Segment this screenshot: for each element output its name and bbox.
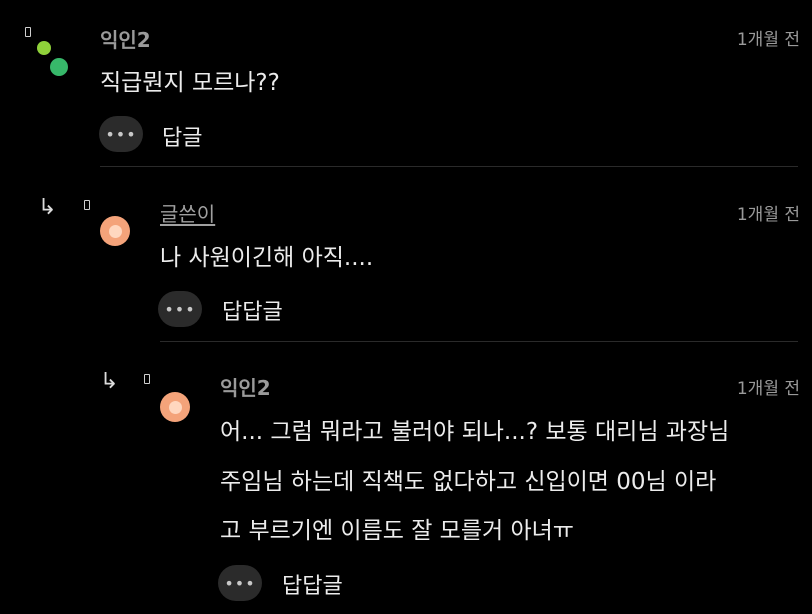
comment-author[interactable]: 익인2 xyxy=(100,24,151,53)
pin-icon xyxy=(144,374,150,384)
pin-icon xyxy=(25,27,31,37)
comment-time: 1개월 전 xyxy=(736,205,800,225)
comment-body-line: 주임님 하는데 직책도 없다하고 신입이면 00님 이라 xyxy=(220,469,717,495)
reply-button[interactable]: 답답글 xyxy=(222,294,283,326)
more-icon: ••• xyxy=(164,299,196,319)
comment-body: 나 사원이긴해 아직.... xyxy=(160,245,374,271)
more-button[interactable]: ••• xyxy=(158,291,202,327)
more-button[interactable]: ••• xyxy=(218,565,262,601)
pin-icon xyxy=(84,200,90,210)
reply-arrow-icon: ↳ xyxy=(100,369,119,394)
divider xyxy=(100,166,798,167)
more-icon: ••• xyxy=(224,573,256,593)
reply-button[interactable]: 답답글 xyxy=(282,568,343,600)
comment-time: 1개월 전 xyxy=(736,30,800,50)
comment-author[interactable]: 글쓴이 xyxy=(160,198,215,227)
avatar-dot-light-green xyxy=(37,41,51,55)
avatar-dot-green xyxy=(50,58,68,76)
more-icon: ••• xyxy=(105,124,137,144)
comment-time: 1개월 전 xyxy=(736,379,800,399)
comment-author[interactable]: 익인2 xyxy=(220,372,271,401)
divider xyxy=(160,341,798,342)
comment-body-line: 어... 그럼 뭐라고 불러야 되나...? 보통 대리님 과장님 xyxy=(220,419,730,445)
comment-body-line: 고 부르기엔 이름도 잘 모를거 아녀ㅠ xyxy=(220,518,574,544)
reply-arrow-icon: ↳ xyxy=(38,195,57,220)
reply-button[interactable]: 답글 xyxy=(162,120,202,152)
avatar xyxy=(160,392,190,422)
avatar xyxy=(100,216,130,246)
more-button[interactable]: ••• xyxy=(99,116,143,152)
comment-body: 직급뭔지 모르나?? xyxy=(100,70,280,96)
